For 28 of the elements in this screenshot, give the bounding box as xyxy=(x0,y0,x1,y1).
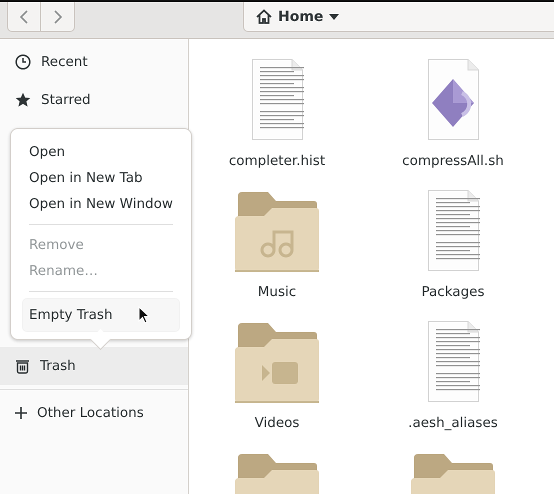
sidebar-label: Starred xyxy=(41,92,91,108)
trash-icon xyxy=(15,358,30,374)
dropdown-caret-icon xyxy=(329,14,340,20)
sidebar-item[interactable]: Starred xyxy=(0,81,188,119)
file-name: .aesh_aliases xyxy=(408,415,498,431)
plus-icon xyxy=(15,407,27,419)
sidebar-label: Trash xyxy=(40,358,76,374)
menu-item[interactable]: Open in New Window xyxy=(23,191,179,217)
forward-button[interactable] xyxy=(41,2,75,32)
path-button[interactable]: Home xyxy=(243,2,554,32)
file-name: Packages xyxy=(422,284,484,300)
sidebar-label: Other Locations xyxy=(37,405,144,421)
file-name: completer.hist xyxy=(228,153,326,169)
mouse-pointer-icon xyxy=(138,306,150,324)
sidebar-item[interactable]: Other Locations xyxy=(0,394,188,432)
menu-item[interactable]: Empty Trash xyxy=(23,299,179,331)
menu-item[interactable]: Open xyxy=(23,139,179,165)
home-icon xyxy=(256,9,272,24)
file-name: Videos xyxy=(254,415,300,431)
file-name: compressAll.sh xyxy=(402,153,504,169)
sidebar-item[interactable]: Recent xyxy=(0,43,188,81)
back-button[interactable] xyxy=(7,2,41,32)
sidebar-label: Recent xyxy=(41,54,88,70)
menu-item[interactable]: Open in New Tab xyxy=(23,165,179,191)
sidebar-item[interactable]: Trash xyxy=(0,347,188,385)
file-name: Music xyxy=(258,284,296,300)
star-icon xyxy=(15,92,31,108)
clock-icon xyxy=(15,54,31,70)
